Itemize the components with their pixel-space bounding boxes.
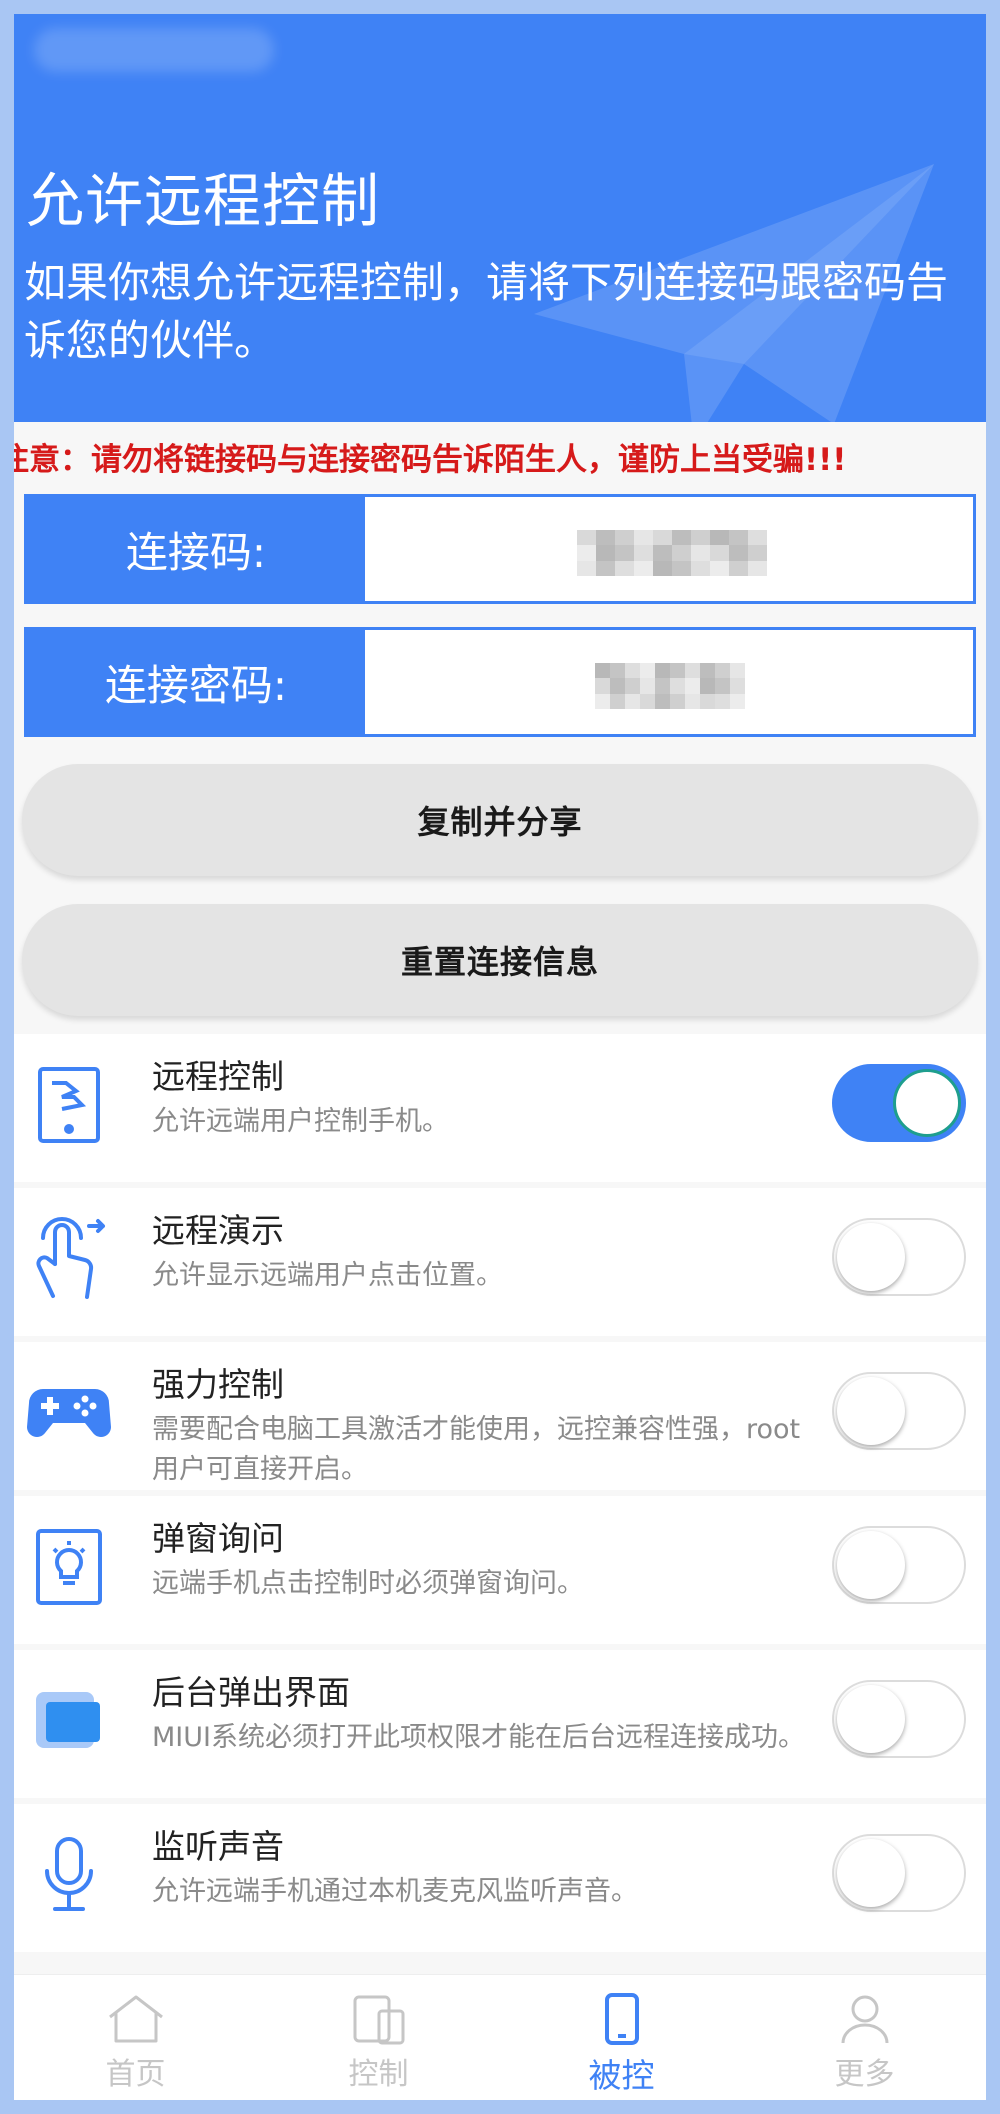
- phone-icon: [604, 1991, 640, 2047]
- setting-item-background-popup: 后台弹出界面 MIUI系统必须打开此项权限才能在后台远程连接成功。: [14, 1650, 986, 1798]
- background-popup-toggle[interactable]: [832, 1680, 966, 1758]
- page-title: 允许远程控制: [26, 167, 381, 235]
- setting-title: 强力控制: [152, 1365, 284, 1404]
- header-banner: 允许远程控制 如果你想允许远程控制，请将下列连接码跟密码告诉您的伙伴。: [14, 14, 986, 422]
- home-icon: [106, 1991, 166, 2047]
- microphone-icon: [24, 1830, 114, 1920]
- setting-item-listen-sound: 监听声音 允许远端手机通过本机麦克风监听声音。: [14, 1804, 986, 1952]
- user-icon: [839, 1991, 891, 2047]
- connection-code-label: 连接码:: [27, 497, 365, 601]
- tab-control[interactable]: 控制: [257, 1975, 500, 2100]
- setting-item-remote-demo: 远程演示 允许显示远端用户点击位置。: [14, 1188, 986, 1336]
- toggle-knob: [837, 1377, 905, 1445]
- reset-connection-button[interactable]: 重置连接信息: [22, 904, 978, 1016]
- connection-password-label: 连接密码:: [27, 630, 365, 734]
- remote-demo-toggle[interactable]: [832, 1218, 966, 1296]
- connection-password-value[interactable]: [365, 630, 973, 734]
- tab-label: 被控: [588, 2056, 655, 2095]
- setting-subtitle: 远端手机点击控制时必须弹窗询问。: [152, 1568, 584, 1599]
- tab-label: 更多: [834, 2057, 895, 2092]
- status-bar-blur: [34, 28, 274, 72]
- lightbulb-icon: [24, 1522, 114, 1612]
- setting-title: 远程控制: [152, 1057, 284, 1096]
- toggle-knob: [837, 1839, 905, 1907]
- popup-ask-toggle[interactable]: [832, 1526, 966, 1604]
- redacted-code: [577, 530, 767, 576]
- tab-controlled[interactable]: 被控: [500, 1975, 743, 2100]
- tab-label: 控制: [348, 2057, 409, 2092]
- setting-title: 后台弹出界面: [152, 1673, 350, 1712]
- toggle-knob: [837, 1685, 905, 1753]
- devices-icon: [351, 1991, 407, 2047]
- setting-subtitle: 允许远端用户控制手机。: [152, 1106, 449, 1137]
- setting-item-popup-ask: 弹窗询问 远端手机点击控制时必须弹窗询问。: [14, 1496, 986, 1644]
- setting-title: 弹窗询问: [152, 1519, 284, 1558]
- connection-password-row: 连接密码:: [24, 627, 976, 737]
- connection-code-value[interactable]: [365, 497, 973, 601]
- redacted-password: [595, 663, 745, 709]
- listen-sound-toggle[interactable]: [832, 1834, 966, 1912]
- connection-code-row: 连接码:: [24, 494, 976, 604]
- page-description: 如果你想允许远程控制，请将下列连接码跟密码告诉您的伙伴。: [24, 258, 949, 365]
- toggle-knob: [837, 1531, 905, 1599]
- copy-share-button[interactable]: 复制并分享: [22, 764, 978, 876]
- setting-title: 监听声音: [152, 1827, 284, 1866]
- setting-title: 远程演示: [152, 1211, 284, 1250]
- setting-subtitle: MIUI系统必须打开此项权限才能在后台远程连接成功。: [152, 1722, 805, 1753]
- force-control-toggle[interactable]: [832, 1372, 966, 1450]
- setting-subtitle: 允许远端手机通过本机麦克风监听声音。: [152, 1876, 638, 1907]
- security-warning: 注意：请勿将链接码与连接密码告诉陌生人，谨防上当受骗!!!: [14, 442, 847, 478]
- remote-control-icon: [24, 1060, 114, 1150]
- app-frame: 允许远程控制 如果你想允许远程控制，请将下列连接码跟密码告诉您的伙伴。 注意：请…: [14, 14, 986, 2100]
- setting-item-force-control: 强力控制 需要配合电脑工具激活才能使用，远控兼容性强，root用户可直接开启。: [14, 1342, 986, 1490]
- setting-item-remote-control: 远程控制 允许远端用户控制手机。: [14, 1034, 986, 1182]
- window-icon: [24, 1676, 114, 1766]
- tab-home[interactable]: 首页: [14, 1975, 257, 2100]
- gamepad-icon: [24, 1368, 114, 1458]
- bottom-tab-bar: 首页 控制 被控 更多: [14, 1974, 986, 2100]
- tab-label: 首页: [105, 2057, 166, 2092]
- tap-gesture-icon: [24, 1214, 114, 1304]
- tab-more[interactable]: 更多: [743, 1975, 986, 2100]
- setting-subtitle: 需要配合电脑工具激活才能使用，远控兼容性强，root用户可直接开启。: [152, 1414, 801, 1485]
- toggle-knob: [893, 1069, 961, 1137]
- remote-control-toggle[interactable]: [832, 1064, 966, 1142]
- setting-subtitle: 允许显示远端用户点击位置。: [152, 1260, 503, 1291]
- toggle-knob: [837, 1223, 905, 1291]
